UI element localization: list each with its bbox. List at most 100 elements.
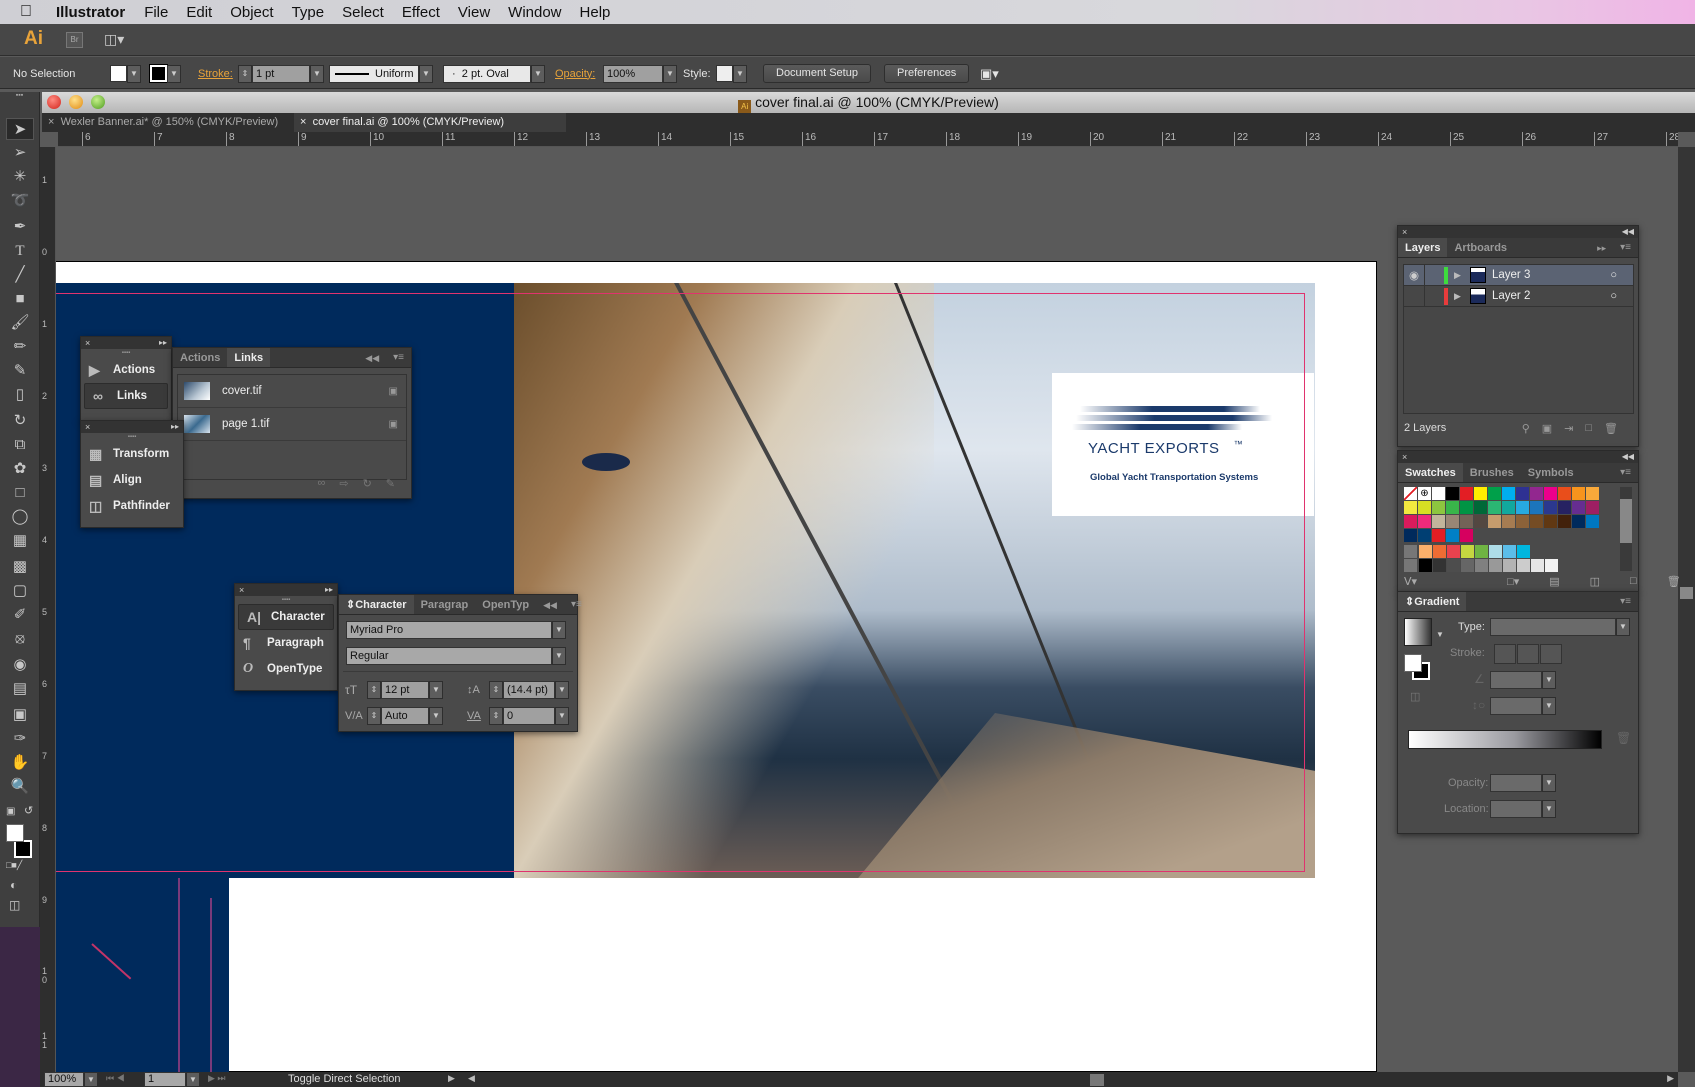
- expand-arrow-icon[interactable]: ▶: [1454, 270, 1470, 281]
- panel-menu-icon[interactable]: ▾≡: [386, 348, 411, 367]
- close-tab-icon[interactable]: ×: [300, 116, 306, 128]
- swatch[interactable]: [1586, 487, 1599, 500]
- dock-item-character[interactable]: A| Character: [238, 604, 334, 630]
- color-mode-buttons[interactable]: □■╱: [6, 860, 22, 871]
- swatch[interactable]: [1586, 515, 1599, 528]
- tab-cover-final[interactable]: × cover final.ai @ 100% (CMYK/Preview): [294, 113, 566, 132]
- status-text[interactable]: Toggle Direct Selection: [288, 1073, 401, 1085]
- stroke-swatch[interactable]: [149, 64, 168, 83]
- swatch[interactable]: [1558, 515, 1571, 528]
- swatch[interactable]: [1572, 487, 1585, 500]
- close-tab-icon[interactable]: ×: [48, 116, 54, 128]
- expand-arrow-icon[interactable]: ▶: [1454, 291, 1470, 302]
- font-size-field[interactable]: 12 pt: [381, 681, 429, 699]
- bridge-button[interactable]: Br: [66, 32, 83, 48]
- vertical-ruler[interactable]: 1 0 1 2 3 4 5 6 7 8 9 1 0 1 1: [40, 147, 56, 1072]
- swatch[interactable]: [1516, 501, 1529, 514]
- expand-icon[interactable]: ▸▸: [159, 337, 167, 349]
- target-icon[interactable]: ○: [1610, 269, 1617, 281]
- first-artboard-button[interactable]: ⏮ ◀: [106, 1073, 125, 1084]
- swatch[interactable]: [1530, 487, 1543, 500]
- dock-item-align[interactable]: ▤ Align: [81, 467, 183, 493]
- aspect-ratio-dropdown[interactable]: ▼: [1542, 697, 1556, 715]
- panel-menu-icon[interactable]: ▾≡: [564, 595, 589, 614]
- swatch[interactable]: [1418, 529, 1431, 542]
- swatch[interactable]: [1489, 545, 1502, 558]
- drawing-mode-icon[interactable]: ◐: [10, 878, 17, 892]
- free-transform-tool[interactable]: □: [6, 482, 34, 504]
- stop-location-field[interactable]: [1490, 800, 1542, 818]
- close-icon[interactable]: ×: [1402, 227, 1407, 237]
- swatch[interactable]: [1503, 559, 1516, 572]
- dock-header[interactable]: × ▸▸: [235, 584, 337, 596]
- leading-dropdown[interactable]: ▼: [555, 681, 569, 699]
- fill-dropdown[interactable]: ▼: [127, 64, 141, 83]
- swatch[interactable]: [1502, 501, 1515, 514]
- go-to-link-icon[interactable]: ⇨: [339, 477, 348, 490]
- dock-item-paragraph[interactable]: ¶ Paragraph: [235, 630, 337, 656]
- show-kinds-icon[interactable]: □▾: [1507, 575, 1519, 588]
- artboard-dropdown[interactable]: ▼: [186, 1072, 200, 1087]
- toolbox-grip[interactable]: ▪▪▪: [0, 92, 39, 100]
- tab-actions[interactable]: Actions: [173, 348, 227, 367]
- collapse-icon[interactable]: ◀◀: [536, 595, 564, 614]
- stroke-weight-dropdown[interactable]: ▼: [310, 64, 324, 83]
- artboard-number-field[interactable]: 1: [144, 1072, 186, 1087]
- horizontal-ruler[interactable]: 6 7 8 9 10 11 12 13 14 15 16 17 18 19 20…: [58, 132, 1678, 147]
- swatch[interactable]: [1503, 545, 1516, 558]
- swatch[interactable]: [1475, 559, 1488, 572]
- blend-tool[interactable]: ⦻: [6, 628, 34, 650]
- swatch[interactable]: [1545, 559, 1558, 572]
- opacity-label[interactable]: Opacity:: [555, 64, 595, 83]
- swatch[interactable]: [1558, 487, 1571, 500]
- selection-tool[interactable]: ➤: [6, 118, 34, 140]
- perspective-grid-tool[interactable]: ▦: [6, 530, 34, 552]
- swatch[interactable]: [1447, 559, 1460, 572]
- panel-header[interactable]: × ◀◀: [1398, 451, 1638, 463]
- menu-window[interactable]: Window: [499, 4, 570, 21]
- swatch[interactable]: [1474, 515, 1487, 528]
- swatch[interactable]: [1446, 529, 1459, 542]
- tab-gradient[interactable]: ⇕Gradient: [1398, 592, 1467, 611]
- scrollbar-thumb[interactable]: [1620, 499, 1632, 543]
- zoom-level-field[interactable]: 100%: [44, 1072, 84, 1087]
- menu-effect[interactable]: Effect: [393, 4, 449, 21]
- swatch[interactable]: [1433, 559, 1446, 572]
- opacity-value[interactable]: 100%: [603, 64, 663, 83]
- dock-item-links[interactable]: ∞ Links: [84, 383, 168, 409]
- stroke-label[interactable]: Stroke:: [198, 64, 233, 83]
- blob-brush-tool[interactable]: ✎: [6, 360, 34, 382]
- font-style-dropdown[interactable]: ▼: [552, 647, 566, 665]
- dock-header[interactable]: × ▸▸: [81, 421, 183, 433]
- panel-header[interactable]: × ◀◀: [1398, 226, 1638, 238]
- shape-builder-tool[interactable]: ◯: [6, 506, 34, 528]
- reverse-gradient-icon[interactable]: ◫: [1410, 690, 1420, 703]
- zoom-dropdown[interactable]: ▼: [84, 1072, 98, 1087]
- swatch[interactable]: [1502, 487, 1515, 500]
- clipping-mask-icon[interactable]: ▣: [1542, 422, 1552, 435]
- slice-tool[interactable]: ✑: [6, 728, 34, 750]
- swatch[interactable]: [1460, 487, 1473, 500]
- aspect-ratio-field[interactable]: [1490, 697, 1542, 715]
- panel-menu-icon[interactable]: ▾≡: [1613, 463, 1638, 482]
- minimize-window-button[interactable]: [69, 95, 83, 109]
- style-swatch[interactable]: [716, 65, 733, 82]
- style-control[interactable]: ▼: [716, 64, 747, 83]
- close-icon[interactable]: ×: [85, 338, 90, 348]
- stop-opacity-field[interactable]: [1490, 774, 1542, 792]
- vertical-scrollbar[interactable]: [1678, 147, 1695, 1072]
- menu-view[interactable]: View: [449, 4, 499, 21]
- swatch[interactable]: [1404, 501, 1417, 514]
- panel-menu-icon[interactable]: ▾≡: [1613, 592, 1638, 611]
- color-group-folder-icon[interactable]: [1404, 559, 1417, 572]
- panel-menu-icon[interactable]: ▾≡: [1613, 238, 1638, 257]
- swatch[interactable]: [1418, 501, 1431, 514]
- lasso-tool[interactable]: ➰: [6, 190, 34, 212]
- tab-brushes[interactable]: Brushes: [1463, 463, 1521, 482]
- swatch[interactable]: [1432, 487, 1445, 500]
- collapse-icon[interactable]: ◀◀: [1622, 226, 1634, 238]
- font-family-field[interactable]: Myriad Pro: [346, 621, 552, 639]
- tab-opentype[interactable]: OpenTyp: [475, 595, 536, 614]
- swatch[interactable]: [1502, 515, 1515, 528]
- swatch[interactable]: [1446, 487, 1459, 500]
